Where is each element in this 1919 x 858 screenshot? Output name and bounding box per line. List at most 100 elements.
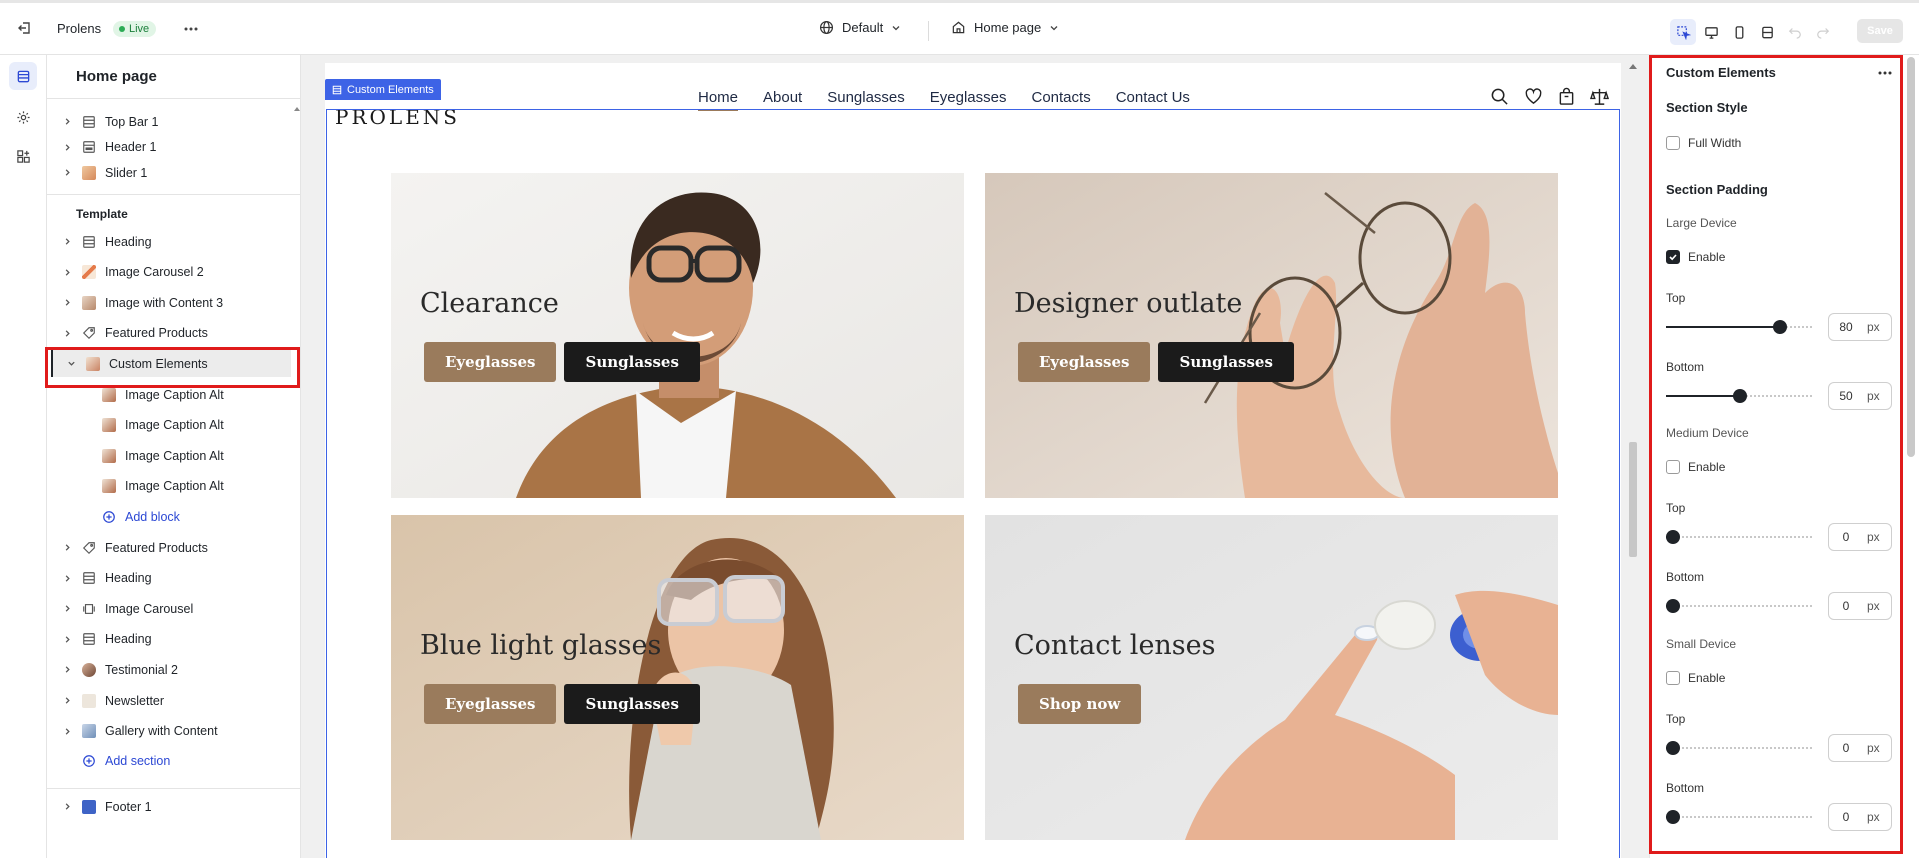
checkbox-box[interactable] bbox=[1666, 460, 1680, 474]
chevron-right-icon[interactable] bbox=[59, 329, 75, 338]
enable-checkbox[interactable]: Enable bbox=[1666, 250, 1725, 264]
enable-checkbox[interactable]: Enable bbox=[1666, 460, 1725, 474]
section-tag[interactable]: Custom Elements bbox=[325, 79, 441, 100]
chevron-right-icon[interactable] bbox=[59, 117, 75, 126]
bottom-value-input[interactable]: 0 px bbox=[1828, 592, 1892, 620]
scrollbar-thumb[interactable] bbox=[1629, 442, 1637, 557]
chevron-right-icon[interactable] bbox=[59, 635, 75, 644]
checkbox-box[interactable] bbox=[1666, 136, 1680, 150]
redo-icon[interactable] bbox=[1810, 19, 1836, 45]
chevron-right-icon[interactable] bbox=[59, 727, 75, 736]
heart-icon[interactable] bbox=[1524, 87, 1543, 106]
page-dropdown[interactable]: Home page bbox=[951, 20, 1059, 35]
slider-knob[interactable] bbox=[1733, 389, 1747, 403]
tree-block-image-caption-alt[interactable]: Image Caption Alt bbox=[47, 473, 301, 500]
chevron-right-icon[interactable] bbox=[59, 268, 75, 277]
tree-item-heading[interactable]: Heading bbox=[47, 565, 301, 592]
compare-icon[interactable] bbox=[1590, 87, 1609, 106]
top-slider[interactable] bbox=[1666, 530, 1814, 544]
tree-item-testimonial-2[interactable]: Testimonial 2 bbox=[47, 656, 301, 683]
mobile-icon[interactable] bbox=[1726, 19, 1752, 45]
eyeglasses-button[interactable]: Eyeglasses bbox=[1018, 342, 1151, 382]
tree-block-image-caption-alt[interactable]: Image Caption Alt bbox=[47, 412, 301, 439]
promo-card-designer-outlate[interactable]: Designer outlate Eyeglasses Sunglasses bbox=[985, 173, 1558, 498]
language-dropdown[interactable]: Default bbox=[819, 20, 901, 35]
chevron-right-icon[interactable] bbox=[59, 574, 75, 583]
tree-item-footer-1[interactable]: Footer 1 bbox=[47, 793, 301, 820]
full-width-checkbox[interactable]: Full Width bbox=[1666, 136, 1741, 150]
slider-knob[interactable] bbox=[1666, 741, 1680, 755]
tree-block-image-caption-alt[interactable]: Image Caption Alt bbox=[47, 381, 301, 408]
top-slider[interactable] bbox=[1666, 320, 1814, 334]
tree-item-custom-elements[interactable]: Custom Elements bbox=[51, 350, 291, 378]
tree-item-top-bar-1[interactable]: Top Bar 1 bbox=[47, 108, 301, 135]
tree-item-heading[interactable]: Heading bbox=[47, 626, 301, 653]
chevron-right-icon[interactable] bbox=[59, 143, 75, 152]
tree-item-gallery-with-content[interactable]: Gallery with Content bbox=[47, 718, 301, 745]
select-tool-icon[interactable] bbox=[1670, 19, 1696, 45]
shopping-bag-icon[interactable] bbox=[1558, 87, 1575, 106]
eyeglasses-button[interactable]: Eyeglasses bbox=[424, 684, 557, 724]
top-value-input[interactable]: 80 px bbox=[1828, 313, 1892, 341]
nav-link-contact-us[interactable]: Contact Us bbox=[1116, 89, 1190, 111]
chevron-right-icon[interactable] bbox=[59, 168, 75, 177]
slider-knob[interactable] bbox=[1666, 810, 1680, 824]
top-value-input[interactable]: 0 px bbox=[1828, 523, 1892, 551]
tree-item-newsletter[interactable]: Newsletter bbox=[47, 687, 301, 714]
top-slider[interactable] bbox=[1666, 741, 1814, 755]
sunglasses-button[interactable]: Sunglasses bbox=[1158, 342, 1294, 382]
bottom-value-input[interactable]: 0 px bbox=[1828, 803, 1892, 831]
promo-card-contact-lenses[interactable]: Contact lenses Shop now bbox=[985, 515, 1558, 840]
tree-block-image-caption-alt[interactable]: Image Caption Alt bbox=[47, 442, 301, 469]
more-options-icon[interactable] bbox=[1877, 65, 1893, 81]
bottom-value-input[interactable]: 50 px bbox=[1828, 382, 1892, 410]
nav-link-contacts[interactable]: Contacts bbox=[1032, 89, 1091, 111]
tree-item-featured-products[interactable]: Featured Products bbox=[47, 320, 301, 347]
chevron-down-icon[interactable] bbox=[63, 359, 79, 368]
slider-knob[interactable] bbox=[1773, 320, 1788, 334]
search-icon[interactable] bbox=[1490, 87, 1509, 106]
undo-icon[interactable] bbox=[1782, 19, 1808, 45]
tree-item-featured-products[interactable]: Featured Products bbox=[47, 534, 301, 561]
chevron-right-icon[interactable] bbox=[59, 604, 75, 613]
gear-icon[interactable] bbox=[9, 103, 37, 131]
bottom-slider[interactable] bbox=[1666, 810, 1814, 824]
chevron-right-icon[interactable] bbox=[59, 696, 75, 705]
nav-link-sunglasses[interactable]: Sunglasses bbox=[827, 89, 905, 111]
shop-now-button[interactable]: Shop now bbox=[1018, 684, 1142, 724]
apps-icon[interactable] bbox=[9, 142, 37, 170]
chevron-right-icon[interactable] bbox=[59, 802, 75, 811]
desktop-icon[interactable] bbox=[1698, 19, 1724, 45]
enable-checkbox[interactable]: Enable bbox=[1666, 671, 1725, 685]
layers-icon[interactable] bbox=[9, 62, 37, 90]
bottom-slider[interactable] bbox=[1666, 389, 1814, 403]
checkbox-box[interactable] bbox=[1666, 250, 1680, 264]
tree-item-image-with-content-3[interactable]: Image with Content 3 bbox=[47, 289, 301, 316]
chevron-right-icon[interactable] bbox=[59, 298, 75, 307]
top-value-input[interactable]: 0 px bbox=[1828, 734, 1892, 762]
chevron-right-icon[interactable] bbox=[59, 665, 75, 674]
slider-knob[interactable] bbox=[1666, 530, 1680, 544]
chevron-right-icon[interactable] bbox=[59, 543, 75, 552]
nav-link-about[interactable]: About bbox=[763, 89, 802, 111]
promo-card-blue-light-glasses[interactable]: Blue light glasses Eyeglasses Sunglasses bbox=[391, 515, 964, 840]
sunglasses-button[interactable]: Sunglasses bbox=[564, 684, 700, 724]
more-options-icon[interactable] bbox=[183, 21, 199, 37]
slider-knob[interactable] bbox=[1666, 599, 1680, 613]
checkbox-box[interactable] bbox=[1666, 671, 1680, 685]
nav-link-eyeglasses[interactable]: Eyeglasses bbox=[930, 89, 1007, 111]
bottom-slider[interactable] bbox=[1666, 599, 1814, 613]
promo-card-clearance[interactable]: Clearance Eyeglasses Sunglasses bbox=[391, 173, 964, 498]
nav-link-home[interactable]: Home bbox=[698, 89, 739, 111]
settings-scrollbar[interactable] bbox=[1907, 57, 1915, 457]
save-button[interactable]: Save bbox=[1857, 19, 1903, 43]
fullscreen-icon[interactable] bbox=[1754, 19, 1780, 45]
tree-item-header-1[interactable]: Header 1 bbox=[47, 134, 301, 161]
add-section-button[interactable]: Add section bbox=[47, 747, 301, 774]
tree-item-image-carousel-2[interactable]: Image Carousel 2 bbox=[47, 259, 301, 286]
tree-item-image-carousel[interactable]: Image Carousel bbox=[47, 595, 301, 622]
add-block-button[interactable]: Add block bbox=[47, 503, 301, 530]
tree-item-slider-1[interactable]: Slider 1 bbox=[47, 159, 301, 186]
sunglasses-button[interactable]: Sunglasses bbox=[564, 342, 700, 382]
canvas-scrollbar[interactable] bbox=[1626, 55, 1640, 858]
